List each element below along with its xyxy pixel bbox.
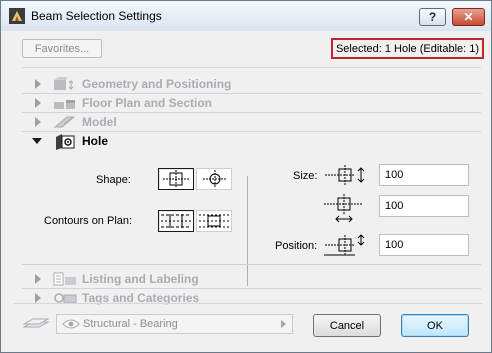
rectangular-shape-icon [163,170,189,188]
ok-button[interactable]: OK [401,314,469,337]
expand-arrow-icon[interactable] [35,117,41,127]
size-height-input[interactable] [379,195,469,217]
section-label: Listing and Labeling [82,272,199,286]
model-icon [53,116,76,128]
divider [22,67,481,68]
title-bar[interactable]: Beam Selection Settings ? ✕ [1,1,491,31]
geometry-icon [54,77,74,90]
section-label: Hole [82,134,109,148]
dialog-content: Favorites... Selected: 1 Hole (Editable:… [6,31,486,347]
expand-arrow-icon[interactable] [35,293,41,303]
floor-plan-icon [54,100,75,109]
window-title: Beam Selection Settings [31,9,162,23]
size-width-icon [325,165,365,185]
close-button[interactable]: ✕ [452,8,485,26]
hole-icon [56,134,75,150]
favorites-button[interactable]: Favorites... [22,39,102,58]
help-button[interactable]: ? [419,8,446,26]
position-input[interactable] [379,234,469,256]
section-label: Model [82,115,117,129]
contour-dashed-button[interactable] [158,210,194,232]
solid-contour-icon [199,214,229,228]
position-label: Position: [275,240,318,252]
expand-arrow-icon[interactable] [35,274,41,284]
eye-icon [62,319,80,329]
divider [22,264,481,265]
section-label: Geometry and Positioning [82,77,232,91]
shape-rectangular-button[interactable] [158,168,194,190]
profile-dropdown[interactable]: Structural - Bearing [56,314,293,334]
contour-solid-button[interactable] [196,210,232,232]
section-label: Floor Plan and Section [82,96,213,110]
section-tags-and-categories[interactable]: Tags and Categories [22,289,481,307]
chevron-right-icon [281,320,286,328]
size-width-input[interactable] [379,164,469,186]
profile-label: Structural - Bearing [83,318,178,330]
circular-shape-icon [203,170,227,188]
dialog-window: Beam Selection Settings ? ✕ Favorites...… [0,0,492,353]
contours-label: Contours on Plan: [44,215,133,227]
collapse-arrow-icon[interactable] [32,138,42,144]
app-icon [9,8,25,24]
size-label: Size: [293,170,318,182]
selection-info: Selected: 1 Hole (Editable: 1) [331,38,484,59]
section-floor-plan-and-section[interactable]: Floor Plan and Section [22,94,481,113]
shape-label: Shape: [96,174,131,186]
listing-icon [53,272,76,286]
section-hole[interactable]: Hole [22,130,481,152]
shape-circular-button[interactable] [196,168,232,190]
position-icon [324,234,365,256]
expand-arrow-icon[interactable] [35,98,41,108]
help-icon: ? [428,10,437,24]
layer-icon [22,318,50,328]
divider [14,303,482,304]
size-height-icon [324,194,363,223]
section-geometry-and-positioning[interactable]: Geometry and Positioning [22,75,481,94]
dashed-contour-icon [161,214,191,228]
expand-arrow-icon[interactable] [35,79,41,89]
section-listing-and-labeling[interactable]: Listing and Labeling [22,270,481,289]
cancel-button[interactable]: Cancel [313,314,381,337]
close-icon: ✕ [463,10,474,24]
